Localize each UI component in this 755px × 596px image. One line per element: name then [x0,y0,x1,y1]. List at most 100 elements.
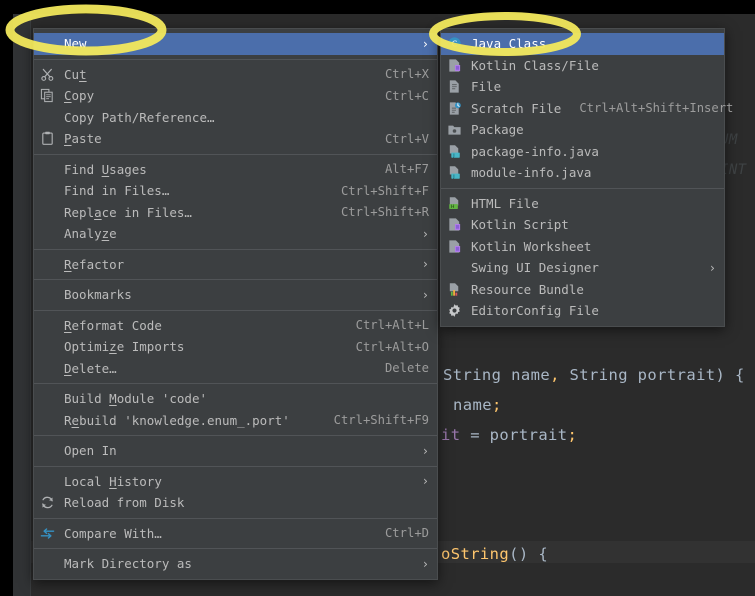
no-icon [34,388,60,409]
mnemonic-underline: C [64,88,72,104]
gear-icon [441,300,467,321]
menu-item-kotlin-script[interactable]: Kotlin Script [441,214,724,236]
menu-item-label: Kotlin Script [471,217,569,233]
resource-bundle-icon [441,279,467,300]
menu-separator [34,465,437,467]
mnemonic-underline: t [79,66,87,82]
menu-item-reload-from-disk[interactable]: Reload from Disk [34,492,437,514]
chevron-right-icon: › [421,226,429,241]
menu-item-build-module-code[interactable]: Build Module 'code' [34,388,437,410]
mnemonic-underline: R [64,317,72,333]
menu-item-label: Local History [64,473,162,489]
menu-item-copy[interactable]: Copy Ctrl+C [34,85,437,107]
no-icon [441,257,467,278]
no-icon [34,410,60,431]
menu-item-refactor[interactable]: Refactor › [34,254,437,276]
menu-item-shortcut: Ctrl+Shift+F9 [333,413,429,428]
menu-item-open-in[interactable]: Open In › [34,440,437,462]
code-line-assign-name: name; [453,396,502,414]
svg-text:J: J [452,153,454,159]
menu-item-package[interactable]: Package [441,119,724,141]
menu-item-label: Build Module 'code' [64,391,207,407]
menu-item-editorconfig-file[interactable]: EditorConfig File [441,300,724,322]
menu-item-find-usages[interactable]: Find Usages Alt+F7 [34,159,437,181]
menu-item-compare-with[interactable]: Compare With… Ctrl+D [34,523,437,545]
mnemonic-underline: a [94,204,102,220]
code-line-tostring: oString() { [441,545,549,563]
menu-item-label: Reload from Disk [64,495,185,511]
menu-item-label: Swing UI Designer [471,260,599,276]
menu-separator [34,435,437,436]
chevron-right-icon: › [421,556,429,571]
no-icon [34,336,60,357]
kotlin-file-icon [441,55,467,76]
menu-item-paste[interactable]: Paste Ctrl+V [34,128,437,150]
no-icon [34,180,60,201]
menu-item-shortcut: Ctrl+C [384,88,429,103]
scratch-file-icon [441,98,467,119]
menu-item-find-in-files[interactable]: Find in Files… Ctrl+Shift+F [34,180,437,202]
chevron-right-icon: › [421,287,429,302]
no-icon [34,223,60,244]
mnemonic-underline: U [101,161,110,177]
menu-separator [441,187,724,189]
menu-item-kotlin-class-file[interactable]: Kotlin Class/File [441,55,724,77]
menu-item-label: module-info.java [471,165,592,181]
menu-item-bookmarks[interactable]: Bookmarks › [34,284,437,306]
menu-item-label: Replace in Files… [64,204,192,220]
menu-item-kotlin-worksheet[interactable]: Kotlin Worksheet [441,236,724,258]
menu-item-rebuild-knowledge-enum-port[interactable]: Rebuild 'knowledge.enum_.port' Ctrl+Shift… [34,410,437,432]
no-icon [34,553,60,574]
new-file-submenu[interactable]: C Java Class Kotlin Class/File File Scratch … [440,28,733,327]
mnemonic-underline: z [109,339,117,355]
editor-gutter [13,14,31,596]
svg-text:J: J [452,174,454,180]
menu-item-scratch-file[interactable]: Scratch File Ctrl+Alt+Shift+Insert [441,98,733,120]
menu-item-label: Copy Path/Reference… [64,109,215,125]
menu-item-reformat-code[interactable]: Reformat Code Ctrl+Alt+L [34,315,437,337]
no-icon [34,159,60,180]
menu-item-resource-bundle[interactable]: Resource Bundle [441,279,724,301]
kotlin-file-icon [441,214,467,235]
menu-item-package-info-java[interactable]: Jpackage-info.java [441,141,724,163]
menu-item-copy-path-reference[interactable]: Copy Path/Reference… [34,107,437,129]
menu-separator [34,548,437,549]
menu-item-shortcut: Ctrl+Alt+Shift+Insert [579,101,734,116]
mnemonic-underline: D [64,360,72,376]
menu-separator [34,153,437,155]
java-file-icon: J [441,141,467,162]
clipboard-icon [34,128,60,149]
kotlin-file-icon [441,236,467,257]
menu-item-shortcut: Ctrl+V [384,131,429,146]
menu-item-new[interactable]: New › [34,33,437,55]
java-class-icon: C [441,33,467,54]
chevron-right-icon: › [421,474,429,489]
menu-item-delete[interactable]: Delete… Delete [34,358,437,380]
menu-item-label: New [64,36,87,52]
svg-text:C: C [451,40,457,49]
menu-item-label: package-info.java [471,143,599,159]
menu-item-label: Bookmarks [64,287,132,303]
menu-item-replace-in-files[interactable]: Replace in Files… Ctrl+Shift+R [34,202,437,224]
menu-item-analyze[interactable]: Analyze › [34,223,437,245]
no-icon [34,33,60,54]
java-file-icon: J [441,162,467,183]
menu-item-mark-directory-as[interactable]: Mark Directory as › [34,553,437,575]
menu-item-label: Rebuild 'knowledge.enum_.port' [64,412,290,428]
menu-item-swing-ui-designer[interactable]: Swing UI Designer › [441,257,724,279]
menu-item-java-class[interactable]: C Java Class [441,33,724,55]
menu-item-optimize-imports[interactable]: Optimize Imports Ctrl+Alt+O [34,336,437,358]
no-icon [34,202,60,223]
menu-item-cut[interactable]: Cut Ctrl+X [34,64,437,86]
menu-item-shortcut: Ctrl+D [384,526,429,541]
project-context-menu[interactable]: New › Cut Ctrl+X Copy Ctrl+C Copy Path/Referen… [33,28,438,580]
menu-item-local-history[interactable]: Local History › [34,471,437,493]
menu-item-label: Optimize Imports [64,339,185,355]
menu-item-module-info-java[interactable]: Jmodule-info.java [441,162,724,184]
menu-item-shortcut: Ctrl+X [384,67,429,82]
chevron-right-icon: › [421,257,429,272]
menu-item-html-file[interactable]: H HTML File [441,193,724,215]
menu-item-file[interactable]: File [441,76,724,98]
package-icon [441,119,467,140]
menu-item-label: Mark Directory as [64,556,192,572]
